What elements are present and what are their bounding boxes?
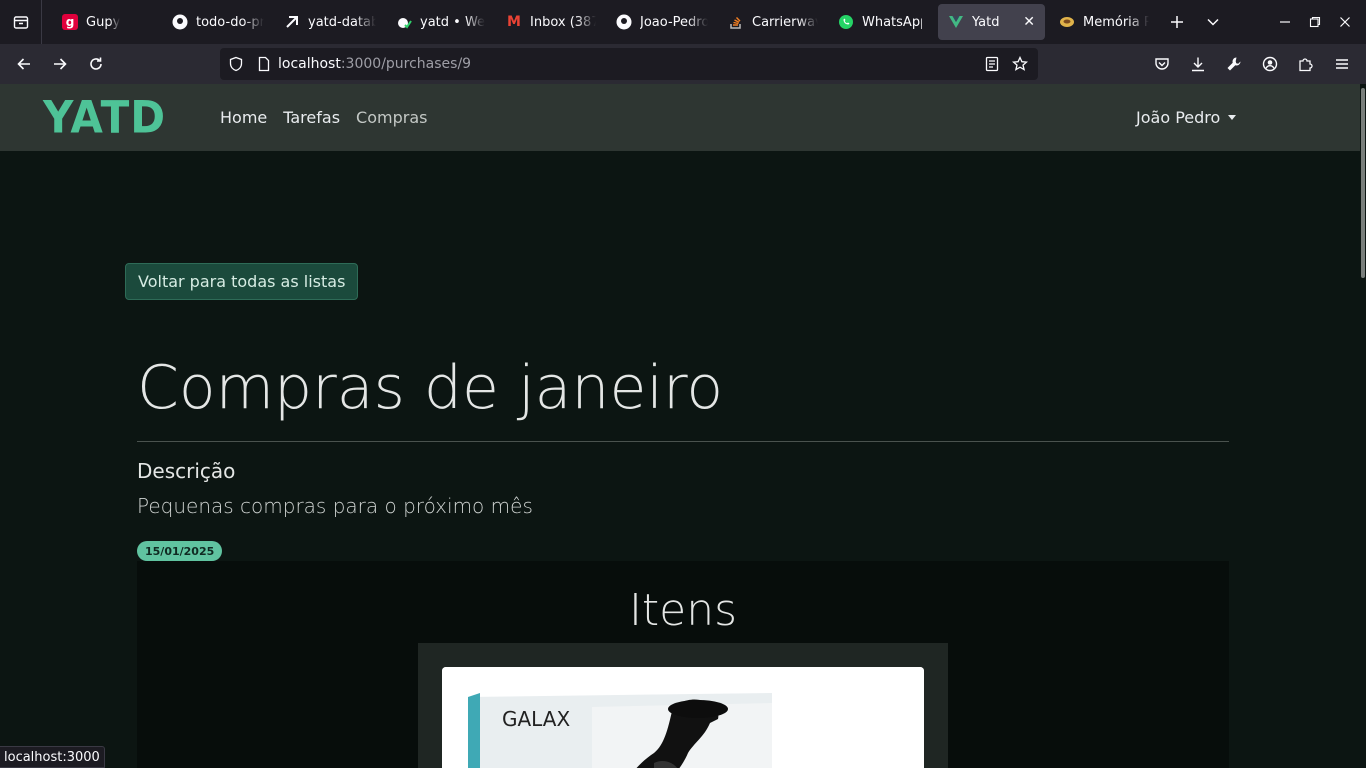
galax-brand-text: GALAX [502, 707, 570, 731]
browser-tab[interactable]: g Gupy [52, 4, 162, 40]
items-section: Itens GALAX [137, 561, 1229, 768]
gmail-icon: M [507, 14, 521, 30]
arrow-right-icon [54, 58, 67, 70]
status-bar: localhost:3000 [0, 746, 105, 768]
shield-icon[interactable] [228, 56, 244, 72]
tab-label: WhatsApp [862, 14, 922, 30]
list-all-tabs-button[interactable] [1195, 4, 1231, 40]
puzzle-icon [1299, 58, 1313, 72]
browser-tab[interactable]: yatd-datab [274, 4, 386, 40]
minimize-icon [1280, 21, 1290, 23]
minimize-button[interactable] [1270, 0, 1300, 44]
extensions-button[interactable] [1288, 48, 1324, 80]
github-icon [172, 14, 188, 30]
page-scrollbar[interactable] [1360, 84, 1366, 768]
reload-icon [90, 57, 102, 70]
new-tab-button[interactable] [1159, 4, 1195, 40]
nav-compras[interactable]: Compras [356, 108, 427, 127]
plus-icon [1171, 16, 1183, 28]
bookmark-star-button[interactable] [1006, 48, 1034, 80]
browser-tab[interactable]: Joao-Pedro [606, 4, 718, 40]
arrow-left-icon [17, 58, 30, 70]
menu-button[interactable] [1324, 48, 1360, 80]
forward-nav-button[interactable] [42, 48, 78, 80]
pocket-icon [1155, 58, 1169, 70]
close-window-button[interactable] [1330, 0, 1360, 44]
tab-label: Memória R [1083, 14, 1149, 30]
tab-label: yatd-datab [308, 14, 376, 30]
user-dropdown[interactable]: João Pedro [1136, 84, 1237, 151]
hamburger-icon [1336, 59, 1348, 69]
browser-toolbar: localhost:3000/purchases/9 [0, 44, 1366, 84]
tab-label: Inbox (387 [530, 14, 596, 30]
url-host: localhost [278, 56, 341, 72]
account-icon [1262, 56, 1278, 72]
description-label: Descrição [137, 459, 236, 483]
tab-label: yatd • We [420, 14, 486, 30]
browser-tab[interactable]: yatd • We [386, 4, 496, 40]
render-icon [396, 14, 412, 30]
browser-tab[interactable]: todo-do-pr [162, 4, 274, 40]
firefox-view-button[interactable] [0, 0, 42, 44]
page-icon[interactable] [256, 56, 272, 72]
pocket-button[interactable] [1144, 48, 1180, 80]
scrollbar-thumb[interactable] [1361, 88, 1365, 278]
whatsapp-icon [838, 14, 854, 30]
divider [137, 441, 1229, 442]
reader-view-button[interactable] [978, 48, 1006, 80]
reload-button[interactable] [78, 48, 114, 80]
restore-button[interactable] [1300, 0, 1330, 44]
browser-tab[interactable]: Carrierwav [718, 4, 828, 40]
vue-icon [948, 14, 964, 30]
memoria-icon [1059, 14, 1075, 30]
tab-label: todo-do-pr [196, 14, 264, 30]
devtools-button[interactable] [1216, 48, 1252, 80]
browser-tab-active[interactable]: Yatd ✕ [938, 4, 1045, 40]
railway-icon [284, 14, 300, 30]
page-title: Compras de janeiro [137, 353, 724, 423]
firefox-view-icon [13, 16, 28, 29]
nav-home[interactable]: Home [220, 108, 267, 127]
download-icon [1192, 57, 1204, 72]
item-card[interactable]: GALAX [418, 643, 948, 768]
tab-label: Joao-Pedro [640, 14, 708, 30]
close-icon [1340, 17, 1350, 27]
items-title: Itens [628, 585, 738, 636]
browser-tab[interactable]: WhatsApp [828, 4, 932, 40]
back-to-lists-button[interactable]: Voltar para todas as listas [125, 263, 359, 300]
back-nav-button[interactable] [6, 48, 42, 80]
github-icon [616, 14, 632, 30]
browser-tab[interactable]: M Inbox (387 [496, 4, 606, 40]
caret-down-icon [1228, 115, 1237, 120]
restore-icon [1309, 16, 1321, 28]
wrench-icon [1227, 57, 1241, 71]
user-name: João Pedro [1136, 108, 1221, 127]
tab-label: Yatd [972, 14, 1000, 30]
close-tab-icon[interactable]: ✕ [1015, 14, 1035, 30]
reader-view-icon [985, 56, 999, 72]
tab-label: Carrierwav [752, 14, 818, 30]
gupy-icon: g [62, 14, 78, 30]
browser-tab[interactable]: Memória R [1049, 4, 1159, 40]
downloads-button[interactable] [1180, 48, 1216, 80]
url-text[interactable]: localhost:3000/purchases/9 [278, 56, 471, 72]
description-text: Pequenas compras para o próximo mês [137, 494, 533, 518]
browser-tab-strip: g Gupy todo-do-pr yatd-datab yatd • We M… [0, 0, 1366, 44]
date-badge: 15/01/2025 [137, 541, 223, 561]
chevron-down-icon [1207, 18, 1219, 26]
stackoverflow-icon [728, 14, 744, 30]
app-navbar: YATD Home Tarefas Compras João Pedro [0, 84, 1360, 151]
account-button[interactable] [1252, 48, 1288, 80]
item-image: GALAX [442, 667, 924, 768]
brand-logo[interactable]: YATD [43, 95, 166, 139]
star-icon [1012, 56, 1028, 71]
url-bar[interactable]: localhost:3000/purchases/9 [220, 48, 1038, 80]
nav-tarefas[interactable]: Tarefas [283, 108, 340, 127]
url-path: :3000/purchases/9 [340, 56, 472, 72]
tab-label: Gupy [86, 14, 121, 30]
